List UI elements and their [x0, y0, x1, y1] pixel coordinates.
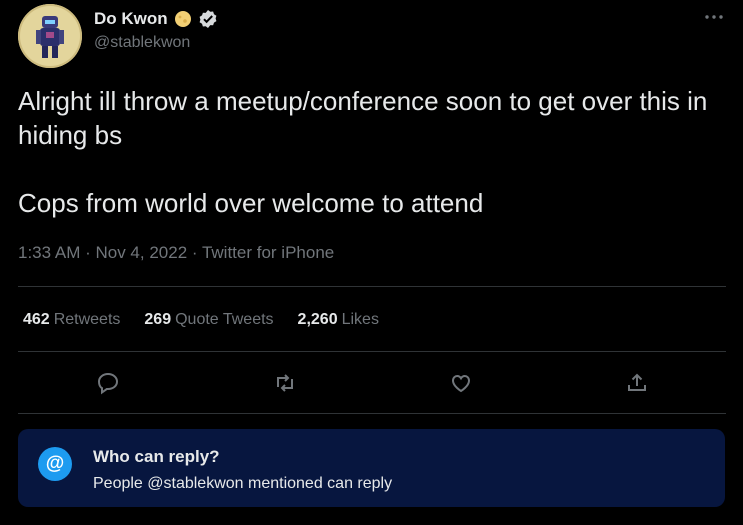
- tweet-paragraph: Alright ill throw a meetup/conference so…: [18, 86, 708, 150]
- reply-icon[interactable]: [95, 370, 121, 396]
- who-can-reply-title: Who can reply?: [93, 447, 220, 466]
- quote-tweets-label: Quote Tweets: [175, 311, 274, 328]
- author-name[interactable]: Do Kwon: [94, 9, 168, 29]
- quote-tweets-count: 269: [144, 311, 172, 328]
- like-icon[interactable]: [448, 370, 474, 396]
- moon-emoji-icon: [174, 10, 192, 28]
- tweet-paragraph: Cops from world over welcome to attend: [18, 188, 484, 218]
- quote-tweets-stat[interactable]: 269 Quote Tweets: [144, 311, 273, 329]
- at-sign-icon: @: [38, 447, 72, 481]
- author-name-row: Do Kwon: [94, 9, 218, 29]
- likes-stat[interactable]: 2,260 Likes: [298, 311, 379, 329]
- retweets-stat[interactable]: 462 Retweets: [23, 311, 120, 329]
- tweet-stats: 462 Retweets 269 Quote Tweets 2,260 Likes: [23, 311, 379, 329]
- divider: [18, 286, 726, 287]
- divider: [18, 351, 726, 352]
- tweet-meta[interactable]: 1:33 AM · Nov 4, 2022 · Twitter for iPho…: [18, 243, 334, 263]
- retweets-count: 462: [23, 311, 50, 328]
- tweet-text: Alright ill throw a meetup/conference so…: [18, 84, 728, 220]
- share-icon[interactable]: [624, 370, 650, 396]
- avatar[interactable]: [18, 4, 82, 68]
- verified-badge-icon: [198, 9, 218, 29]
- likes-count: 2,260: [297, 311, 338, 328]
- retweet-icon[interactable]: [272, 370, 298, 396]
- author-handle[interactable]: @stablekwon: [94, 34, 190, 52]
- avatar-image: [18, 4, 82, 68]
- divider: [18, 413, 726, 414]
- who-can-reply-box: @ Who can reply? People @stablekwon ment…: [18, 429, 725, 507]
- retweets-label: Retweets: [53, 311, 121, 328]
- who-can-reply-description: People @stablekwon mentioned can reply: [93, 475, 393, 492]
- likes-label: Likes: [341, 311, 379, 328]
- more-options-icon[interactable]: [703, 6, 725, 28]
- action-bar: [18, 364, 726, 404]
